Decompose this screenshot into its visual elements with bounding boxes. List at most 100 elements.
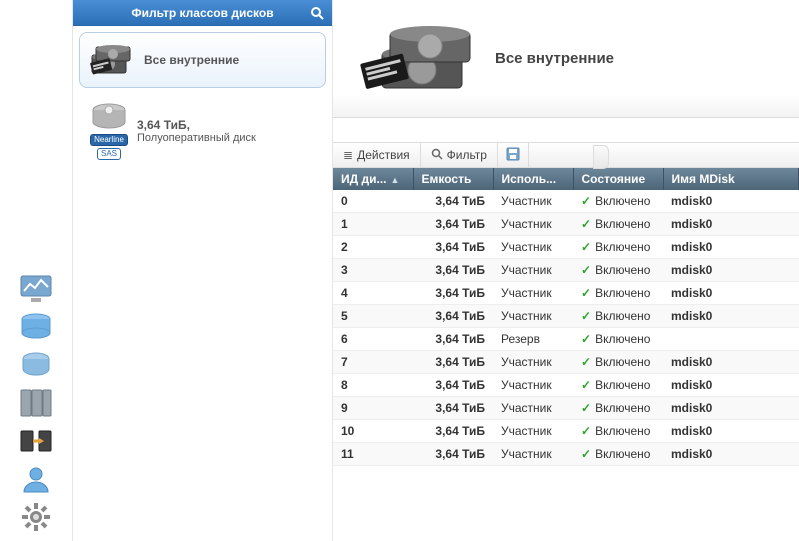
cell-id: 6: [333, 328, 413, 351]
check-icon: ✓: [581, 286, 591, 300]
actions-label: Действия: [357, 148, 410, 162]
table-row[interactable]: 83,64 ТиБУчастник✓Включеноmdisk0: [333, 374, 799, 397]
table-row[interactable]: 13,64 ТиБУчастник✓Включеноmdisk0: [333, 213, 799, 236]
cell-state: ✓Включено: [573, 328, 663, 351]
class-item-line1: 3,64 ТиБ,: [137, 118, 256, 132]
cell-capacity: 3,64 ТиБ: [413, 397, 493, 420]
cell-usage: Участник: [493, 190, 573, 213]
hero: Все внутренние: [333, 0, 799, 118]
table-row[interactable]: 103,64 ТиБУчастник✓Включеноmdisk0: [333, 420, 799, 443]
drive-stack-icon: [90, 41, 136, 79]
cell-state: ✓Включено: [573, 236, 663, 259]
check-icon: ✓: [581, 355, 591, 369]
check-icon: ✓: [581, 378, 591, 392]
col-id[interactable]: ИД ди...▲: [333, 168, 413, 190]
table-row[interactable]: 63,64 ТиБРезерв✓Включено: [333, 328, 799, 351]
table-row[interactable]: 43,64 ТиБУчастник✓Включеноmdisk0: [333, 282, 799, 305]
cell-id: 3: [333, 259, 413, 282]
check-icon: ✓: [581, 424, 591, 438]
check-icon: ✓: [581, 447, 591, 461]
cell-capacity: 3,64 ТиБ: [413, 374, 493, 397]
cell-capacity: 3,64 ТиБ: [413, 328, 493, 351]
check-icon: ✓: [581, 263, 591, 277]
table-header-row: ИД ди...▲ Емкость Исполь... Состояние Им…: [333, 168, 799, 190]
table-row[interactable]: 23,64 ТиБУчастник✓Включеноmdisk0: [333, 236, 799, 259]
cell-capacity: 3,64 ТиБ: [413, 282, 493, 305]
check-icon: ✓: [581, 240, 591, 254]
search-icon[interactable]: [308, 4, 326, 22]
filter-header-title: Фильтр классов дисков: [73, 6, 332, 20]
cell-id: 7: [333, 351, 413, 374]
cell-mdisk: mdisk0: [663, 213, 799, 236]
cell-usage: Участник: [493, 397, 573, 420]
actions-button[interactable]: ≣ Действия: [333, 143, 421, 167]
col-state[interactable]: Состояние: [573, 168, 663, 190]
cell-capacity: 3,64 ТиБ: [413, 443, 493, 466]
hero-title: Все внутренние: [495, 50, 614, 67]
cell-mdisk: mdisk0: [663, 397, 799, 420]
cell-state: ✓Включено: [573, 374, 663, 397]
table-row[interactable]: 113,64 ТиБУчастник✓Включеноmdisk0: [333, 443, 799, 466]
nav-monitor-icon[interactable]: [14, 271, 58, 307]
cell-usage: Участник: [493, 259, 573, 282]
cell-mdisk: mdisk0: [663, 282, 799, 305]
cell-id: 1: [333, 213, 413, 236]
cell-id: 10: [333, 420, 413, 443]
sort-asc-icon: ▲: [391, 175, 400, 185]
nav-copy-icon[interactable]: [14, 423, 58, 459]
class-item-all-internal[interactable]: Все внутренние: [79, 32, 326, 88]
nav-user-icon[interactable]: [14, 461, 58, 497]
class-item-nearline[interactable]: Nearline SAS 3,64 ТиБ, Полуоперативный д…: [79, 94, 326, 168]
cell-usage: Участник: [493, 374, 573, 397]
col-usage[interactable]: Исполь...: [493, 168, 573, 190]
table-row[interactable]: 53,64 ТиБУчастник✓Включеноmdisk0: [333, 305, 799, 328]
check-icon: ✓: [581, 194, 591, 208]
col-capacity[interactable]: Емкость: [413, 168, 493, 190]
nearline-badge-top: Nearline: [90, 134, 128, 146]
list-icon: ≣: [343, 148, 353, 162]
table-row[interactable]: 03,64 ТиБУчастник✓Включеноmdisk0: [333, 190, 799, 213]
drives-table: ИД ди...▲ Емкость Исполь... Состояние Им…: [333, 168, 799, 466]
nav-gear-icon[interactable]: [14, 499, 58, 535]
cell-mdisk: [663, 328, 799, 351]
cell-state: ✓Включено: [573, 190, 663, 213]
filter-button[interactable]: Фильтр: [421, 143, 498, 167]
cell-state: ✓Включено: [573, 282, 663, 305]
cell-state: ✓Включено: [573, 443, 663, 466]
table-row[interactable]: 93,64 ТиБУчастник✓Включеноmdisk0: [333, 397, 799, 420]
cell-capacity: 3,64 ТиБ: [413, 213, 493, 236]
cell-capacity: 3,64 ТиБ: [413, 305, 493, 328]
nav-storage-icon[interactable]: [14, 309, 58, 345]
cell-usage: Участник: [493, 282, 573, 305]
check-icon: ✓: [581, 309, 591, 323]
col-mdisk[interactable]: Имя MDisk: [663, 168, 799, 190]
cell-mdisk: mdisk0: [663, 259, 799, 282]
filter-label: Фильтр: [447, 148, 487, 162]
cell-mdisk: mdisk0: [663, 351, 799, 374]
cell-usage: Участник: [493, 236, 573, 259]
disk-class-filter-panel: Фильтр классов дисков Все внутренние: [72, 0, 332, 541]
cell-state: ✓Включено: [573, 351, 663, 374]
cell-id: 4: [333, 282, 413, 305]
nav-servers-icon[interactable]: [14, 385, 58, 421]
cell-usage: Участник: [493, 351, 573, 374]
check-icon: ✓: [581, 332, 591, 346]
nav-disk-icon[interactable]: [14, 347, 58, 383]
save-button[interactable]: [498, 143, 529, 167]
nav-rail: [0, 0, 72, 541]
cell-usage: Участник: [493, 420, 573, 443]
cell-state: ✓Включено: [573, 213, 663, 236]
cell-usage: Участник: [493, 443, 573, 466]
cell-capacity: 3,64 ТиБ: [413, 420, 493, 443]
cell-mdisk: mdisk0: [663, 420, 799, 443]
cell-id: 5: [333, 305, 413, 328]
hero-drive-stack-icon: [351, 14, 481, 104]
cell-state: ✓Включено: [573, 305, 663, 328]
cell-mdisk: mdisk0: [663, 305, 799, 328]
table-row[interactable]: 73,64 ТиБУчастник✓Включеноmdisk0: [333, 351, 799, 374]
nearline-badge-bottom: SAS: [97, 148, 121, 160]
class-item-line2: Полуоперативный диск: [137, 132, 256, 144]
check-icon: ✓: [581, 401, 591, 415]
cell-capacity: 3,64 ТиБ: [413, 351, 493, 374]
table-row[interactable]: 33,64 ТиБУчастник✓Включеноmdisk0: [333, 259, 799, 282]
